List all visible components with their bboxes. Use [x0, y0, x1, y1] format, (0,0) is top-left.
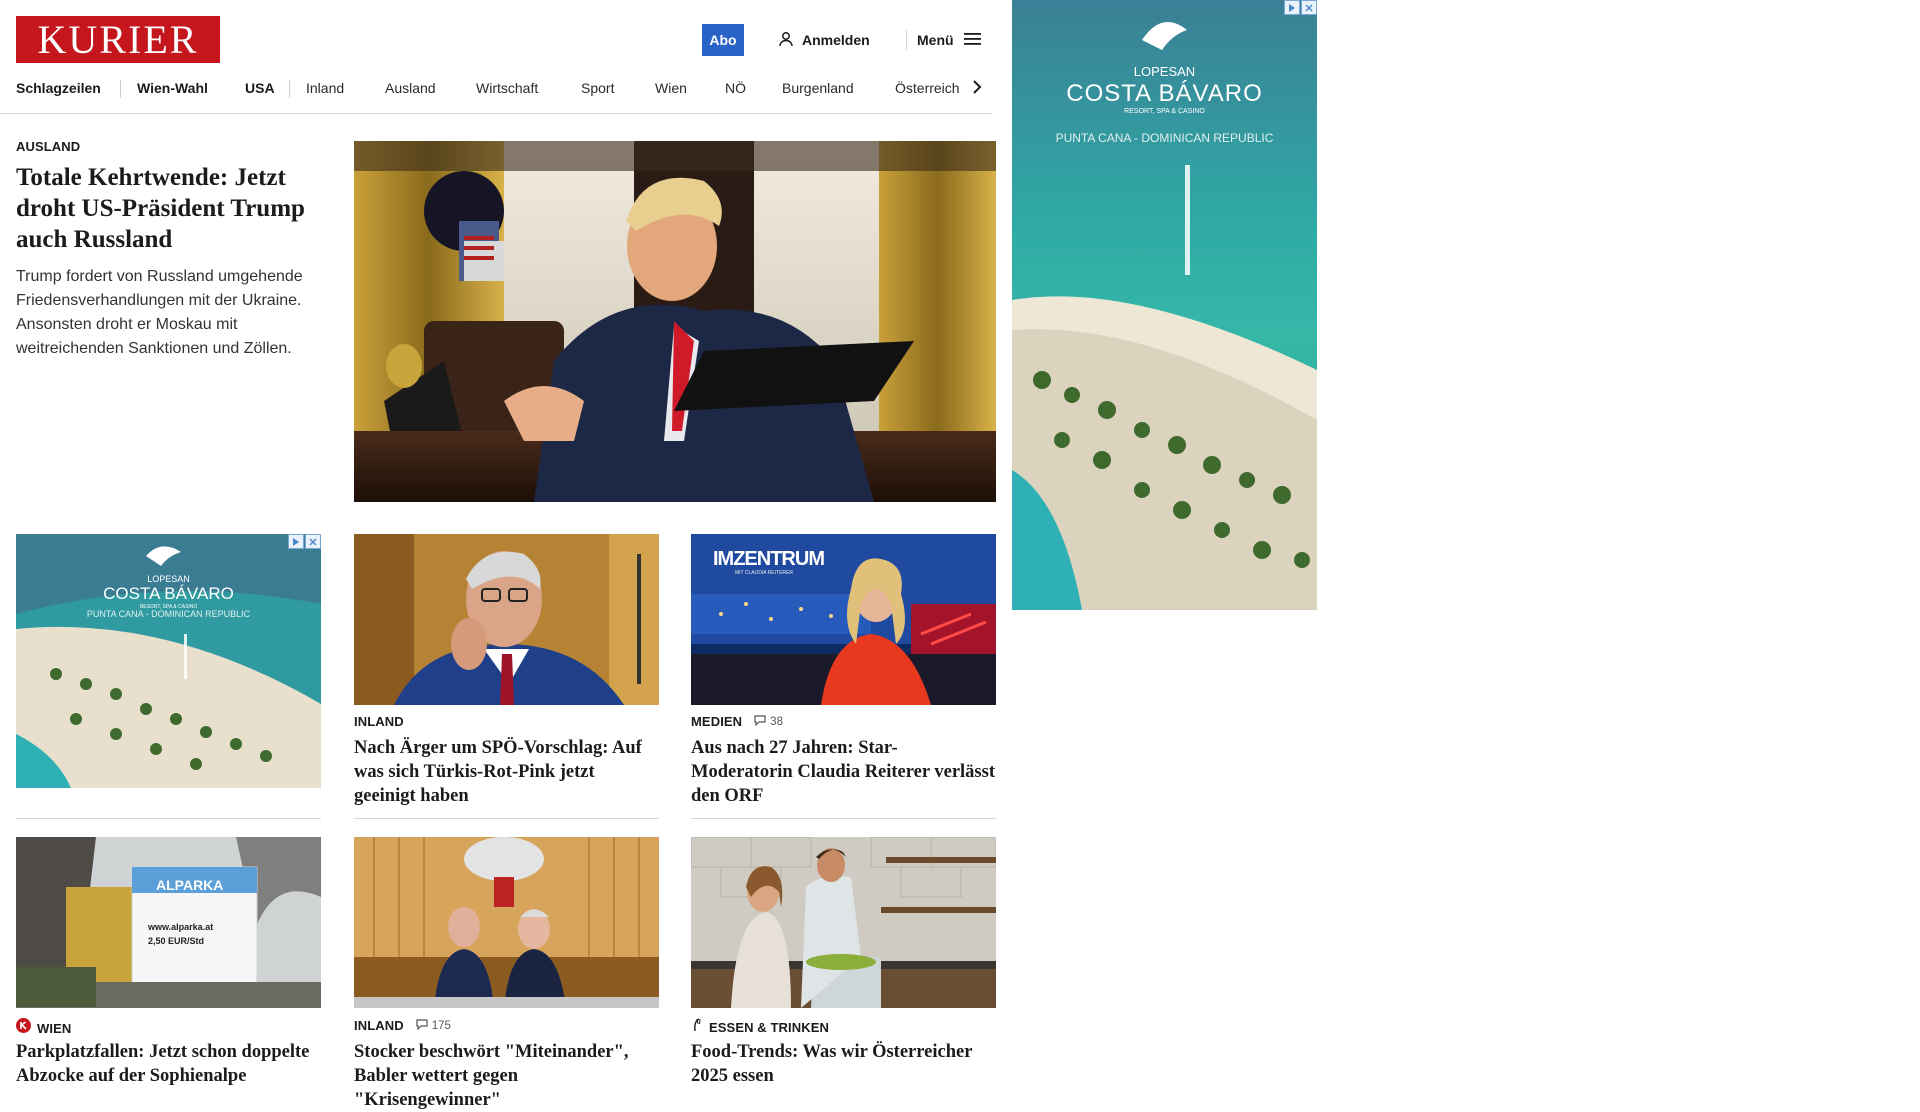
login-button[interactable]: Anmelden [778, 28, 870, 52]
menu-label: Menü [917, 32, 954, 48]
card-image-overlay-sub: MIT CLAUDIA REITERER [735, 570, 793, 576]
card-image-food[interactable] [691, 837, 996, 1008]
category-navigation: Schlagzeilen Wien-Wahl USA Inland Auslan… [0, 74, 992, 114]
header-divider [906, 30, 907, 50]
card-meta: INLAND [354, 714, 404, 729]
card-image-parking[interactable]: ALPARKA www.alparka.at 2,50 EUR/Std [16, 837, 321, 1008]
card-meta: ESSEN & TRINKEN [691, 1018, 829, 1037]
card-meta: INLAND 175 [354, 1018, 451, 1033]
nav-item-wien[interactable]: Wien [655, 80, 687, 96]
logo-text: KURIER [37, 16, 199, 62]
lead-article-image[interactable] [354, 141, 996, 502]
menu-button[interactable]: Menü [917, 28, 981, 52]
ad-brand-name: COSTA BÁVARO [1066, 80, 1263, 107]
comment-icon [416, 1018, 428, 1033]
nav-item-sport[interactable]: Sport [581, 80, 614, 96]
nav-item-wirtschaft[interactable]: Wirtschaft [476, 80, 538, 96]
card-image-parliament[interactable] [354, 837, 659, 1008]
ad-brand-sub: RESORT, SPA & CASINO [1124, 108, 1205, 115]
card-image-sign-url: www.alparka.at [148, 922, 214, 932]
abo-button[interactable]: Abo [702, 24, 744, 56]
close-ad-icon[interactable] [305, 534, 321, 549]
card-kicker[interactable]: MEDIEN [691, 714, 742, 729]
nav-item-schlagzeilen[interactable]: Schlagzeilen [16, 80, 101, 96]
nav-item-usa[interactable]: USA [245, 80, 275, 96]
lead-kicker: AUSLAND [16, 139, 81, 154]
sidebar-ad[interactable]: LOPESAN COSTA BÁVARO RESORT, SPA & CASIN… [1012, 0, 1317, 610]
nav-item-ausland[interactable]: Ausland [385, 80, 436, 96]
fork-icon [691, 1018, 703, 1037]
card-divider [16, 818, 321, 819]
ad-location: PUNTA CANA - DOMINICAN REPUBLIC [1055, 131, 1274, 145]
nav-item-burgenland[interactable]: Burgenland [782, 80, 854, 96]
ad-badges [1284, 0, 1317, 15]
hamburger-icon [963, 32, 981, 49]
close-ad-icon[interactable] [1301, 0, 1317, 15]
comments-count[interactable]: 175 [416, 1018, 451, 1033]
nav-item-inland[interactable]: Inland [306, 80, 344, 96]
card-kicker[interactable]: INLAND [354, 714, 404, 729]
infeed-ad[interactable]: LOPESAN COSTA BÁVARO RESORT, SPA & CASIN… [16, 534, 321, 788]
card-image-sign-brand: ALPARKA [156, 877, 224, 893]
card-kicker[interactable]: WIEN [37, 1021, 71, 1036]
nav-scroll-right-button[interactable] [966, 76, 988, 102]
card-divider [691, 818, 996, 819]
comments-count[interactable]: 38 [754, 714, 783, 729]
card-kicker[interactable]: ESSEN & TRINKEN [709, 1020, 829, 1035]
nav-divider [120, 80, 121, 98]
card-headline[interactable]: Stocker beschwört "Miteinander", Babler … [354, 1040, 659, 1112]
card-headline[interactable]: Aus nach 27 Jahren: Star-Moderatorin Cla… [691, 736, 996, 808]
card-divider [354, 818, 659, 819]
kurier-k-icon [16, 1018, 31, 1038]
comments-count-value: 38 [770, 715, 783, 728]
login-label: Anmelden [802, 32, 870, 48]
lead-teaser: Trump fordert von Russland umgehende Fri… [16, 268, 303, 357]
card-headline[interactable]: Nach Ärger um SPÖ-Vorschlag: Auf was sic… [354, 736, 659, 808]
comment-icon [754, 714, 766, 729]
lead-headline[interactable]: Totale Kehrtwende: Jetzt droht US-Präsid… [16, 162, 316, 255]
card-image-sign-price: 2,50 EUR/Std [148, 936, 205, 946]
card-image-spoe[interactable] [354, 534, 659, 705]
card-meta: WIEN [16, 1018, 71, 1038]
comments-count-value: 175 [431, 1019, 451, 1032]
adchoices-icon[interactable] [1284, 0, 1300, 15]
adchoices-icon[interactable] [288, 534, 304, 549]
card-image-overlay: IMZENTRUM [713, 548, 825, 570]
infeed-ad-brand-name: COSTA BÁVARO [103, 584, 234, 603]
nav-item-noe[interactable]: NÖ [725, 80, 746, 96]
ad-brand-small: LOPESAN [1133, 64, 1196, 79]
infeed-ad-location: PUNTA CANA - DOMINICAN REPUBLIC [86, 609, 251, 619]
lead-article[interactable]: AUSLAND Totale Kehrtwende: Jetzt droht U… [16, 139, 316, 361]
card-headline[interactable]: Parkplatzfallen: Jetzt schon doppelte Ab… [16, 1040, 321, 1088]
user-icon [778, 31, 794, 50]
infeed-ad-badges [288, 534, 321, 549]
card-image-orf[interactable]: IMZENTRUM MIT CLAUDIA REITERER [691, 534, 996, 705]
kurier-logo[interactable]: KURIER [16, 16, 220, 63]
card-headline[interactable]: Food-Trends: Was wir Österreicher 2025 e… [691, 1040, 996, 1088]
nav-item-wien-wahl[interactable]: Wien-Wahl [137, 80, 208, 96]
card-meta: MEDIEN 38 [691, 714, 783, 729]
nav-divider [289, 80, 290, 98]
infeed-ad-brand-small: LOPESAN [147, 574, 190, 584]
nav-item-oesterreich[interactable]: Österreich [895, 80, 960, 96]
chevron-right-icon [972, 79, 982, 100]
card-kicker[interactable]: INLAND [354, 1018, 404, 1033]
